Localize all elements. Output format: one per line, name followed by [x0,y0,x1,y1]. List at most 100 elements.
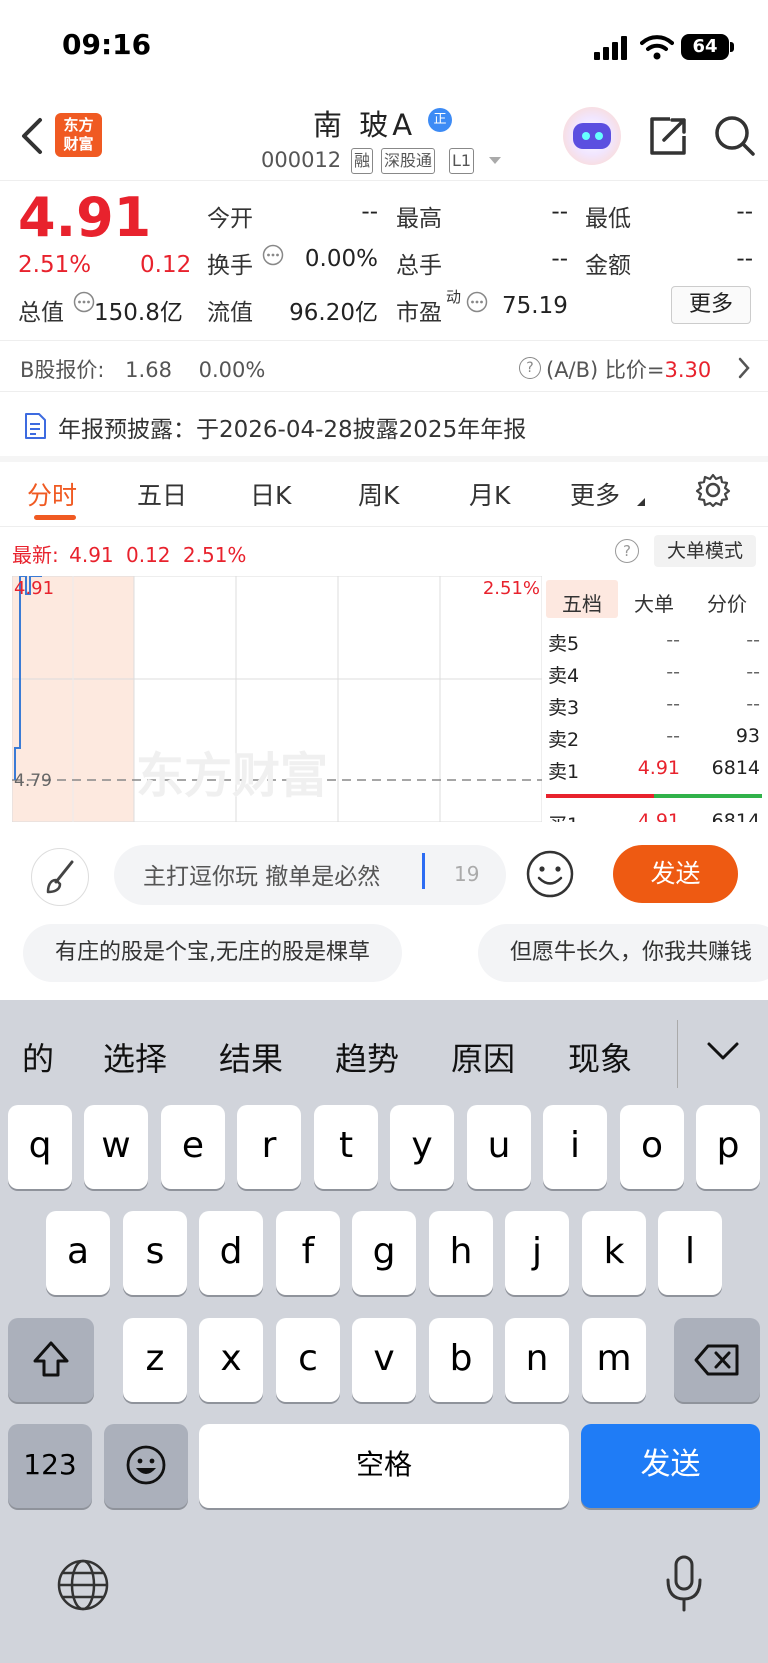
key-q[interactable]: q [8,1105,72,1189]
info-dots-icon[interactable] [262,244,284,266]
order-book-tab-five-levels[interactable]: 五档 [562,588,602,617]
keyboard-send-key[interactable]: 发送 [581,1424,760,1508]
key-b[interactable]: b [429,1318,493,1402]
key-a[interactable]: a [46,1211,110,1295]
tab-weekly-k[interactable]: 周K [358,476,399,512]
key-y[interactable]: y [390,1105,454,1189]
chevron-down-icon[interactable] [706,1040,740,1064]
key-g[interactable]: g [352,1211,416,1295]
help-icon[interactable]: ? [615,539,639,563]
market-cap-value: 150.8亿 [94,300,183,326]
suggestion-chip[interactable]: 有庄的股是个宝,无庄的股是棵草 [23,924,402,982]
key-s[interactable]: s [123,1211,187,1295]
tab-monthly-k[interactable]: 月K [469,476,510,512]
big-order-mode-button[interactable]: 大单模式 [654,535,756,567]
order-book-tab-price-distribution[interactable]: 分价 [707,588,747,617]
key-j[interactable]: j [505,1211,569,1295]
chevron-right-icon[interactable] [737,356,751,380]
latest-quote-line: 最新: 4.91 0.12 2.51% [12,539,246,568]
candidate-word[interactable]: 趋势 [335,1034,399,1080]
app-screen: 09:16 64 东方 财富 南 玻A 正 000012 融 深股通 L1 4.… [0,0,768,1663]
backspace-key[interactable] [674,1318,760,1402]
key-c[interactable]: c [276,1318,340,1402]
candidate-word[interactable]: 现象 [568,1034,632,1080]
turnover-value: 0.00% [304,246,378,272]
key-f[interactable]: f [276,1211,340,1295]
space-key[interactable]: 空格 [199,1424,569,1508]
key-l[interactable]: l [658,1211,722,1295]
candidate-word[interactable]: 的 [22,1034,54,1080]
battery-indicator: 64 [681,34,729,60]
tab-more[interactable]: 更多 [570,476,620,512]
back-icon[interactable] [18,116,44,156]
key-d[interactable]: d [199,1211,263,1295]
b-share-price: 1.68 [125,358,172,382]
help-icon[interactable]: ? [519,357,541,379]
tab-five-day[interactable]: 五日 [137,476,187,512]
candidate-word[interactable]: 结果 [219,1034,283,1080]
robot-eye-left [582,132,590,140]
key-v[interactable]: v [352,1318,416,1402]
key-w[interactable]: w [84,1105,148,1189]
stock-code: 000012 [261,148,342,172]
key-e[interactable]: e [161,1105,225,1189]
ab-ratio[interactable]: (A/B) 比价=3.30 [546,354,711,384]
tab-daily-k[interactable]: 日K [250,476,291,512]
key-x[interactable]: x [199,1318,263,1402]
ob-price: -- [666,725,680,747]
dropdown-arrow-icon[interactable] [488,156,502,166]
pe-dynamic-sup: 动 [446,288,462,306]
emoji-key[interactable] [104,1424,188,1508]
triangle-icon [637,498,645,506]
intraday-chart[interactable]: 东方财富 4.91 2.51% 4.79 [12,576,542,822]
search-icon[interactable] [713,114,757,158]
key-z[interactable]: z [123,1318,187,1402]
suggestion-chip[interactable]: 但愿牛长久，你我共赚钱 [478,924,768,982]
key-m[interactable]: m [582,1318,646,1402]
ob-volume: -- [746,661,760,683]
key-r[interactable]: r [237,1105,301,1189]
key-i[interactable]: i [543,1105,607,1189]
microphone-icon[interactable] [664,1554,704,1614]
globe-icon[interactable] [56,1558,110,1612]
float-cap-value: 96.20亿 [289,300,378,326]
key-p[interactable]: p [696,1105,760,1189]
key-o[interactable]: o [620,1105,684,1189]
chart-base-label: 4.79 [14,771,52,791]
more-quote-button[interactable]: 更多 [671,286,751,324]
key-h[interactable]: h [429,1211,493,1295]
candidate-word[interactable]: 原因 [451,1034,515,1080]
change-amount: 0.12 [140,252,192,278]
wifi-icon [640,35,674,60]
key-t[interactable]: t [314,1105,378,1189]
open-label: 今开 [207,206,253,232]
robot-face-icon [573,123,611,149]
order-book-tab-big-orders[interactable]: 大单 [634,588,674,617]
annual-report-notice[interactable]: 年报预披露：于2026-04-28披露2025年年报 [58,410,526,444]
high-label: 最高 [396,206,442,232]
key-k[interactable]: k [582,1211,646,1295]
info-dots-icon[interactable] [73,291,95,313]
order-book-row: 卖4 -- -- [548,661,760,693]
latest-change: 0.12 [126,543,171,567]
ob-label: 卖3 [548,697,580,719]
share-icon[interactable] [646,114,690,158]
gear-icon[interactable] [695,472,731,508]
emoji-icon[interactable] [525,849,575,899]
shift-key[interactable] [8,1318,94,1402]
numbers-key[interactable]: 123 [8,1424,92,1508]
key-n[interactable]: n [505,1318,569,1402]
pe-value: 75.19 [502,293,568,319]
low-value: -- [736,199,753,225]
tab-intraday[interactable]: 分时 [27,476,77,512]
candidate-word[interactable]: 选择 [103,1034,167,1080]
key-u[interactable]: u [467,1105,531,1189]
ob-label: 买1 [548,810,579,822]
info-dots-icon[interactable] [466,291,488,313]
ab-ratio-value: 3.30 [664,358,712,382]
shift-icon [33,1341,69,1377]
tag-shenzhen-connect: 深股通 [381,148,436,174]
order-book-row: 卖3 -- -- [548,693,760,725]
b-share-pct: 0.00% [198,358,266,382]
send-comment-button[interactable]: 发送 [613,845,738,903]
